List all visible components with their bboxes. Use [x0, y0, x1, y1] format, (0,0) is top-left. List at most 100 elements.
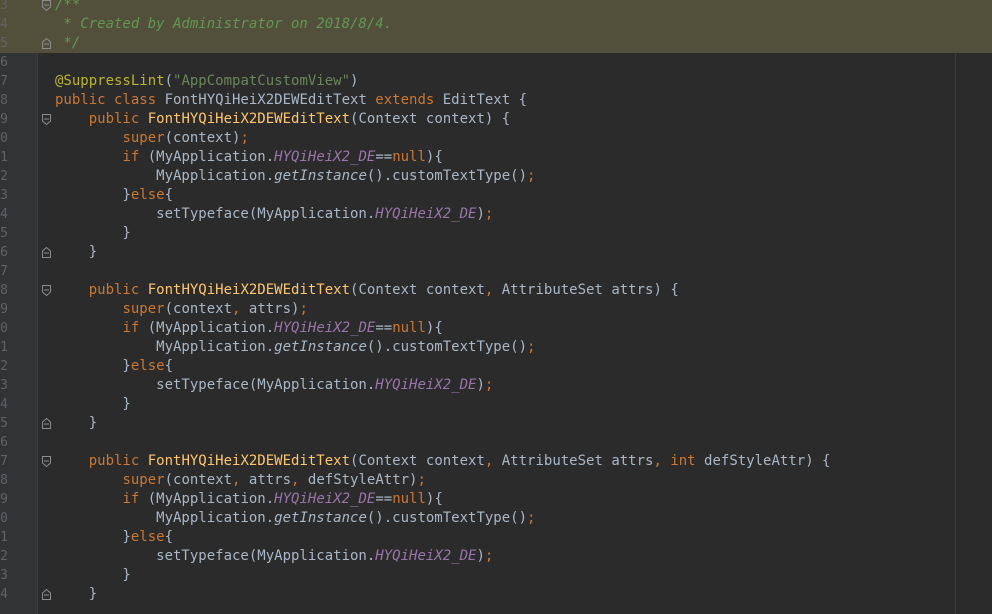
- code-token: EditText {: [442, 92, 528, 108]
- code-text: if (MyApplication.HYQiHeiX2_DE==null){: [55, 148, 442, 167]
- code-line[interactable]: 27 public FontHYQiHeiX2DEWEditText(Conte…: [0, 452, 992, 471]
- line-number: 8: [0, 93, 8, 108]
- code-line[interactable]: 7 @SuppressLint("AppCompatCustomView"): [0, 72, 992, 91]
- code-line[interactable]: 34 }: [0, 585, 992, 604]
- fold-start-icon[interactable]: [42, 285, 51, 296]
- line-number: 25: [0, 416, 8, 431]
- code-token: FontHYQiHeiX2DEWEditText: [147, 453, 351, 469]
- line-number: 12: [0, 169, 8, 184]
- line-number: 16: [0, 245, 8, 260]
- code-token: (context: [164, 301, 233, 317]
- line-number: 20: [0, 321, 8, 336]
- fold-start-icon[interactable]: [42, 0, 51, 11]
- code-token: super: [122, 301, 165, 317]
- code-text: }else{: [55, 528, 173, 547]
- code-token: ().customTextType(): [366, 339, 528, 355]
- code-token: public: [88, 453, 148, 469]
- code-line[interactable]: 29 if (MyApplication.HYQiHeiX2_DE==null)…: [0, 490, 992, 509]
- code-text: * Created by Administrator on 2018/8/4.: [55, 15, 392, 34]
- code-token: (context): [164, 130, 241, 146]
- code-line[interactable]: 13 }else{: [0, 186, 992, 205]
- code-line[interactable]: 11 if (MyApplication.HYQiHeiX2_DE==null)…: [0, 148, 992, 167]
- code-token: }: [55, 244, 98, 260]
- code-line[interactable]: 25 }: [0, 414, 992, 433]
- code-token: defStyleAttr): [307, 472, 418, 488]
- code-token: ){: [425, 491, 443, 507]
- code-line[interactable]: 28 super(context, attrs, defStyleAttr);: [0, 471, 992, 490]
- code-token: super: [122, 130, 165, 146]
- line-number: 32: [0, 549, 8, 564]
- line-number: 3: [0, 0, 8, 13]
- code-text: }: [55, 414, 97, 433]
- code-token: ;: [484, 206, 494, 222]
- code-token: ,: [653, 453, 671, 469]
- code-line[interactable]: 32 setTypeface(MyApplication.HYQiHeiX2_D…: [0, 547, 992, 566]
- code-token: ,: [232, 472, 249, 488]
- code-token: defStyleAttr) {: [704, 453, 831, 469]
- code-text: MyApplication.getInstance().customTextTy…: [55, 509, 535, 528]
- code-line[interactable]: 3 /**: [0, 0, 992, 15]
- code-token: MyApplication.: [55, 339, 275, 355]
- line-number: 21: [0, 340, 8, 355]
- code-text: public FontHYQiHeiX2DEWEditText(Context …: [55, 281, 679, 300]
- code-token: ;: [527, 339, 536, 355]
- code-token: else: [130, 358, 165, 374]
- code-line[interactable]: 18 public FontHYQiHeiX2DEWEditText(Conte…: [0, 281, 992, 300]
- code-token: ): [476, 206, 485, 222]
- line-number: 4: [0, 17, 8, 32]
- code-text: public FontHYQiHeiX2DEWEditText(Context …: [55, 110, 510, 129]
- code-line[interactable]: 30 MyApplication.getInstance().customTex…: [0, 509, 992, 528]
- code-line[interactable]: 12 MyApplication.getInstance().customTex…: [0, 167, 992, 186]
- code-line[interactable]: 21 MyApplication.getInstance().customTex…: [0, 338, 992, 357]
- code-token: setTypeface(MyApplication.: [55, 377, 376, 393]
- code-line[interactable]: 4 * Created by Administrator on 2018/8/4…: [0, 15, 992, 34]
- fold-start-icon[interactable]: [42, 114, 51, 125]
- code-text: setTypeface(MyApplication.HYQiHeiX2_DE);: [55, 376, 493, 395]
- code-line[interactable]: 6: [0, 53, 992, 72]
- code-token: FontHYQiHeiX2DEWEditText: [147, 111, 351, 127]
- code-editor[interactable]: 3 /** 4 * Created by Administrator on 2018…: [0, 0, 992, 614]
- code-line[interactable]: 19 super(context, attrs);: [0, 300, 992, 319]
- code-text: super(context);: [55, 129, 248, 148]
- code-line[interactable]: 24 }: [0, 395, 992, 414]
- code-token: setTypeface(MyApplication.: [55, 548, 376, 564]
- line-number: 7: [0, 74, 8, 89]
- line-number: 13: [0, 188, 8, 203]
- code-line[interactable]: 8 public class FontHYQiHeiX2DEWEditText e…: [0, 91, 992, 110]
- code-line[interactable]: 33 }: [0, 566, 992, 585]
- code-line[interactable]: 26: [0, 433, 992, 452]
- code-line[interactable]: 14 setTypeface(MyApplication.HYQiHeiX2_D…: [0, 205, 992, 224]
- code-line[interactable]: 10 super(context);: [0, 129, 992, 148]
- code-token: ){: [425, 320, 443, 336]
- code-token: if: [122, 491, 148, 507]
- code-token: ==: [375, 491, 393, 507]
- fold-end-icon[interactable]: [42, 418, 51, 429]
- code-line[interactable]: 22 }else{: [0, 357, 992, 376]
- code-token: ;: [417, 472, 426, 488]
- code-token: (Context context: [350, 453, 485, 469]
- code-token: }: [55, 567, 131, 583]
- code-token: ): [350, 73, 359, 89]
- code-token: HYQiHeiX2_DE: [274, 320, 376, 336]
- code-token: (context: [164, 472, 233, 488]
- code-line[interactable]: 23 setTypeface(MyApplication.HYQiHeiX2_D…: [0, 376, 992, 395]
- code-token: (MyApplication.: [147, 320, 275, 336]
- code-line[interactable]: 15 }: [0, 224, 992, 243]
- code-line[interactable]: 5 */: [0, 34, 992, 53]
- code-token: HYQiHeiX2_DE: [375, 548, 477, 564]
- fold-end-icon[interactable]: [42, 38, 51, 49]
- code-line[interactable]: 9 public FontHYQiHeiX2DEWEditText(Contex…: [0, 110, 992, 129]
- code-token: }: [55, 415, 98, 431]
- code-line[interactable]: 31 }else{: [0, 528, 992, 547]
- code-line[interactable]: 20 if (MyApplication.HYQiHeiX2_DE==null)…: [0, 319, 992, 338]
- code-text: */: [55, 34, 80, 53]
- line-number: 14: [0, 207, 8, 222]
- line-number: 23: [0, 378, 8, 393]
- fold-end-icon[interactable]: [42, 589, 51, 600]
- code-line[interactable]: 17: [0, 262, 992, 281]
- line-number: 18: [0, 283, 8, 298]
- fold-start-icon[interactable]: [42, 456, 51, 467]
- fold-end-icon[interactable]: [42, 247, 51, 258]
- code-token: null: [392, 149, 426, 165]
- code-line[interactable]: 16 }: [0, 243, 992, 262]
